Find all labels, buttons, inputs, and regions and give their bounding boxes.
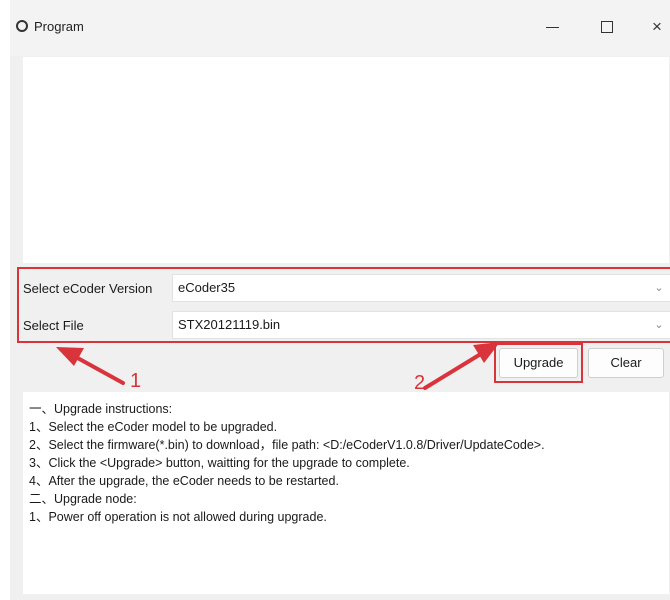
program-window: Program × Select eCoder Version eCoder35… <box>10 0 670 600</box>
annotation-arrow-1 <box>56 342 500 390</box>
annotation-label-2: 2 <box>414 372 426 394</box>
annotation-label-1: 1 <box>130 370 142 392</box>
